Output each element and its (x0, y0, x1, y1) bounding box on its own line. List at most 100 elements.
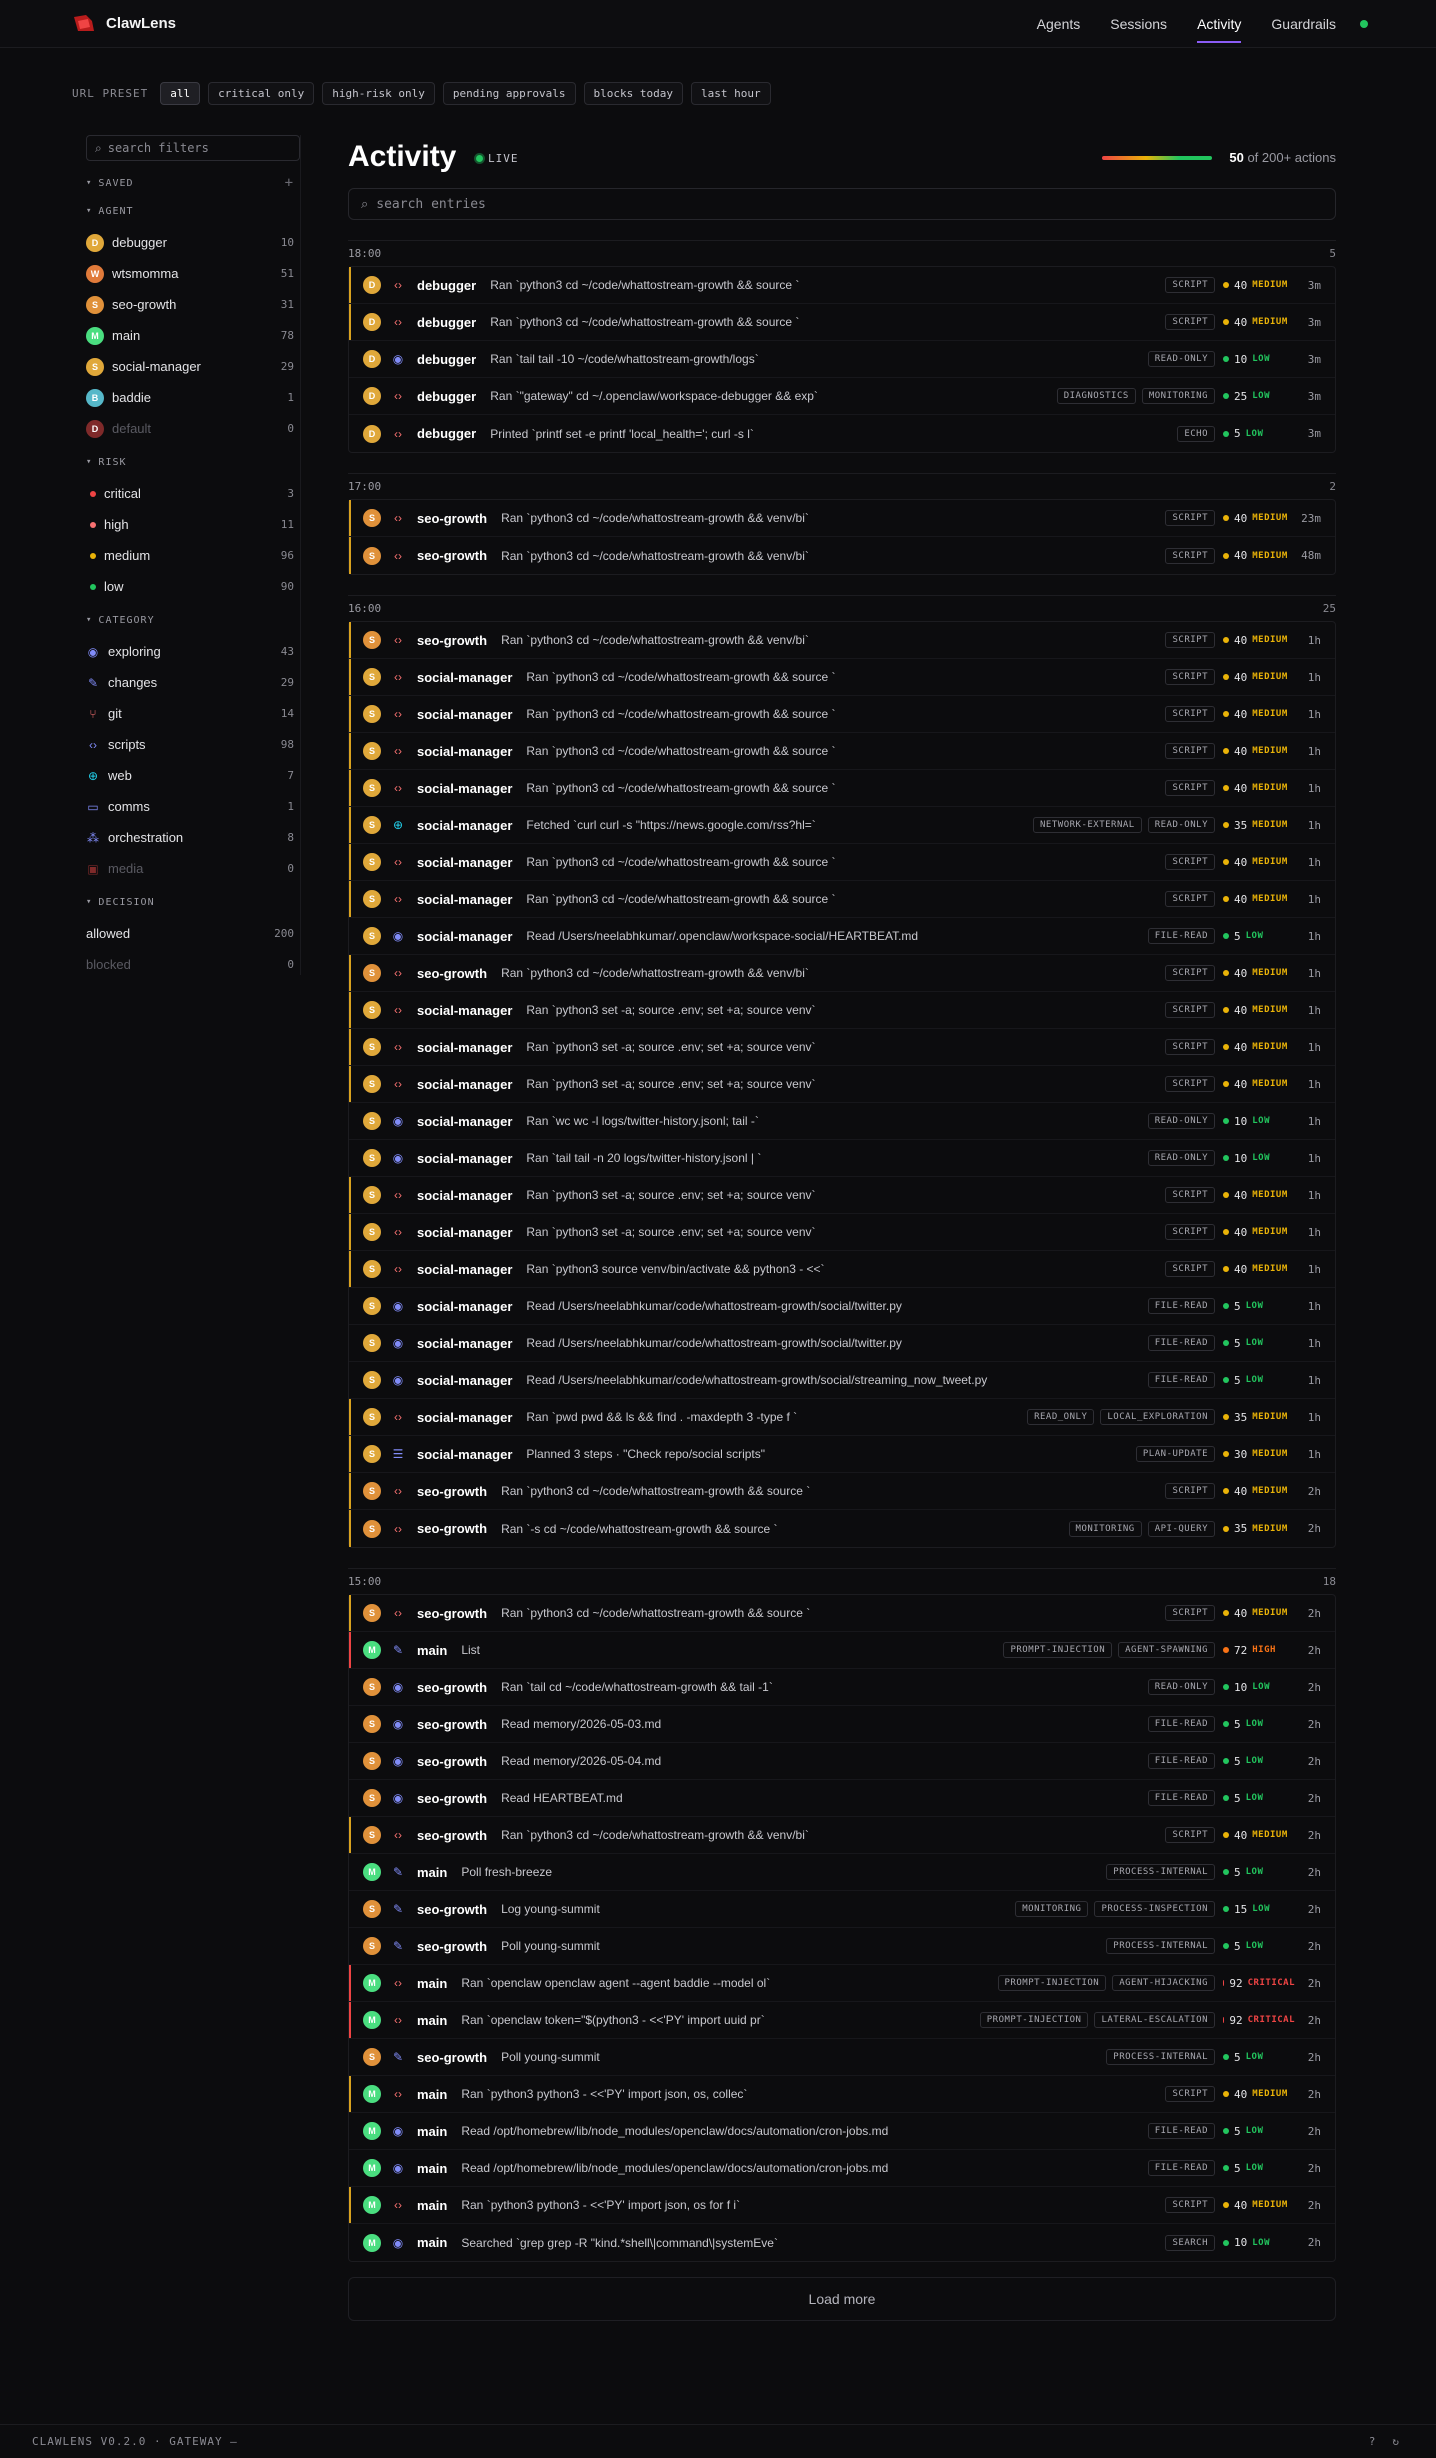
activity-row[interactable]: S ‹› seo-growth Ran `python3 cd ~/code/what… (349, 622, 1335, 659)
activity-row[interactable]: S ‹› seo-growth Ran `python3 cd ~/code/what… (349, 955, 1335, 992)
activity-row[interactable]: S ‹› social-manager Ran `python3 set -a; so… (349, 992, 1335, 1029)
activity-row[interactable]: S ‹› social-manager Ran `python3 cd ~/code/… (349, 659, 1335, 696)
category-filter-git[interactable]: ⑂ git 14 (86, 698, 300, 729)
activity-row[interactable]: M ◉ main Searched `grep grep -R "kind.*shel… (349, 2224, 1335, 2261)
activity-row[interactable]: S ✎ seo-growth Poll young-summit PROCESS-INT… (349, 1928, 1335, 1965)
activity-row[interactable]: S ◉ social-manager Ran `tail tail -n 20 log… (349, 1140, 1335, 1177)
activity-row[interactable]: S ◉ seo-growth Ran `tail cd ~/code/whattost… (349, 1669, 1335, 1706)
activity-row[interactable]: S ‹› social-manager Ran `python3 cd ~/code/… (349, 844, 1335, 881)
decision-filter-allowed[interactable]: allowed 200 (86, 918, 300, 949)
activity-row[interactable]: S ◉ seo-growth Read memory/2026-05-03.md FIL… (349, 1706, 1335, 1743)
activity-row[interactable]: M ‹› main Ran `python3 python3 - <<'PY' imp… (349, 2187, 1335, 2224)
activity-row[interactable]: S ‹› social-manager Ran `python3 cd ~/code/… (349, 881, 1335, 918)
nav-agents[interactable]: Agents (1037, 0, 1081, 48)
agent-filter-default[interactable]: Ddefault 0 (86, 413, 300, 444)
activity-row[interactable]: S ☰ social-manager Planned 3 steps · "Check… (349, 1436, 1335, 1473)
nav-sessions[interactable]: Sessions (1110, 0, 1167, 48)
agent-filter-wtsmomma[interactable]: Wwtsmomma 51 (86, 258, 300, 289)
refresh-icon[interactable]: ↻ (1392, 2435, 1400, 2448)
risk-filter-critical[interactable]: critical 3 (86, 478, 300, 509)
activity-row[interactable]: S ‹› seo-growth Ran `python3 cd ~/code/what… (349, 1595, 1335, 1632)
activity-row[interactable]: S ‹› social-manager Ran `python3 set -a; so… (349, 1066, 1335, 1103)
agent-filter-seo-growth[interactable]: Sseo-growth 31 (86, 289, 300, 320)
activity-row[interactable]: D ‹› debugger Printed `printf set -e printf… (349, 415, 1335, 452)
nav-activity[interactable]: Activity (1197, 0, 1242, 48)
activity-row[interactable]: S ✎ seo-growth Log young-summit MONITORING PR… (349, 1891, 1335, 1928)
category-filter-media[interactable]: ▣ media 0 (86, 853, 300, 884)
risk-score: 10 (1234, 1151, 1248, 1165)
activity-row[interactable]: S ‹› seo-growth Ran `-s cd ~/code/whattostr… (349, 1510, 1335, 1547)
category-filter-scripts[interactable]: ‹› scripts 98 (86, 729, 300, 760)
decision-section-header[interactable]: ▾ DECISION (86, 892, 300, 912)
filter-search-input[interactable]: ⌕ search filters (86, 135, 300, 161)
agent-filter-social-manager[interactable]: Ssocial-manager 29 (86, 351, 300, 382)
activity-row[interactable]: M ◉ main Read /opt/homebrew/lib/node_module… (349, 2150, 1335, 2187)
agent-section-header[interactable]: ▾ AGENT (86, 201, 300, 221)
activity-row[interactable]: D ‹› debugger Ran `python3 cd ~/code/whatto… (349, 304, 1335, 341)
row-agent-name: social-manager (417, 1261, 513, 1277)
category-filter-comms[interactable]: ▭ comms 1 (86, 791, 300, 822)
activity-row[interactable]: S ‹› social-manager Ran `python3 set -a; so… (349, 1177, 1335, 1214)
activity-row[interactable]: S ◉ social-manager Read /Users/neelabhkumar… (349, 1325, 1335, 1362)
agent-filter-main[interactable]: Mmain 78 (86, 320, 300, 351)
activity-row[interactable]: D ‹› debugger Ran `"gateway" cd ~/.openclaw… (349, 378, 1335, 415)
activity-row[interactable]: M ‹› main Ran `openclaw token="$(python3 - … (349, 2002, 1335, 2039)
activity-row[interactable]: S ‹› seo-growth Ran `python3 cd ~/code/what… (349, 1473, 1335, 1510)
help-icon[interactable]: ? (1369, 2435, 1377, 2448)
preset-pending-approvals[interactable]: pending approvals (442, 82, 576, 105)
activity-row[interactable]: S ◉ seo-growth Read HEARTBEAT.md FILE-READ 5 L… (349, 1780, 1335, 1817)
preset-critical-only[interactable]: critical only (208, 82, 315, 105)
activity-row[interactable]: M ‹› main Ran `openclaw openclaw agent --ag… (349, 1965, 1335, 2002)
saved-section-header[interactable]: ▾ SAVED + (86, 173, 300, 193)
activity-row[interactable]: S ‹› social-manager Ran `python3 cd ~/code/… (349, 733, 1335, 770)
activity-row[interactable]: S ‹› seo-growth Ran `python3 cd ~/code/what… (349, 500, 1335, 537)
activity-row[interactable]: S ⊕ social-manager Fetched `curl curl -s "h… (349, 807, 1335, 844)
activity-row[interactable]: S ‹› social-manager Ran `python3 set -a; so… (349, 1029, 1335, 1066)
agent-avatar: D (86, 233, 104, 252)
decision-filter-blocked[interactable]: blocked 0 (86, 949, 300, 975)
agent-filter-baddie[interactable]: Bbaddie 1 (86, 382, 300, 413)
activity-row[interactable]: S ◉ social-manager Read /Users/neelabhkumar… (349, 918, 1335, 955)
activity-row[interactable]: M ‹› main Ran `python3 python3 - <<'PY' imp… (349, 2076, 1335, 2113)
activity-row[interactable]: M ✎ main Poll fresh-breeze PROCESS-INTERNAL 5… (349, 1854, 1335, 1891)
activity-row[interactable]: D ◉ debugger Ran `tail tail -10 ~/code/what… (349, 341, 1335, 378)
preset-last-hour[interactable]: last hour (691, 82, 771, 105)
preset-high-risk-only[interactable]: high-risk only (322, 82, 435, 105)
agent-filter-debugger[interactable]: Ddebugger 10 (86, 227, 300, 258)
category-section-header[interactable]: ▾ CATEGORY (86, 610, 300, 630)
nav-guardrails[interactable]: Guardrails (1271, 0, 1336, 48)
entry-search-input[interactable]: ⌕ search entries (348, 188, 1336, 220)
activity-row[interactable]: S ◉ social-manager Read /Users/neelabhkumar… (349, 1288, 1335, 1325)
category-filter-exploring[interactable]: ◉ exploring 43 (86, 636, 300, 667)
activity-row[interactable]: M ◉ main Read /opt/homebrew/lib/node_module… (349, 2113, 1335, 2150)
activity-row[interactable]: S ◉ social-manager Read /Users/neelabhkumar… (349, 1362, 1335, 1399)
preset-all[interactable]: all (160, 82, 201, 105)
risk-filter-medium[interactable]: medium 96 (86, 540, 300, 571)
risk-dot-icon (1223, 1721, 1229, 1727)
activity-row[interactable]: S ‹› seo-growth Ran `python3 cd ~/code/what… (349, 1817, 1335, 1854)
activity-row[interactable]: S ‹› seo-growth Ran `python3 cd ~/code/what… (349, 537, 1335, 574)
risk-section-header[interactable]: ▾ RISK (86, 452, 300, 472)
category-filter-orchestration[interactable]: ⁂ orchestration 8 (86, 822, 300, 853)
activity-row[interactable]: M ✎ main List PROMPT-INJECTION AGENT-SPAWNING… (349, 1632, 1335, 1669)
risk-filter-low[interactable]: low 90 (86, 571, 300, 602)
brand[interactable]: ClawLens (72, 13, 176, 33)
load-more-button[interactable]: Load more (348, 2277, 1336, 2321)
activity-row[interactable]: S ‹› social-manager Ran `python3 source ven… (349, 1251, 1335, 1288)
add-saved-icon[interactable]: + (285, 175, 294, 191)
activity-row[interactable]: S ✎ seo-growth Poll young-summit PROCESS-INT… (349, 2039, 1335, 2076)
category-filter-changes[interactable]: ✎ changes 29 (86, 667, 300, 698)
preset-blocks-today[interactable]: blocks today (583, 82, 683, 105)
activity-row[interactable]: S ‹› social-manager Ran `python3 cd ~/code/… (349, 770, 1335, 807)
activity-row[interactable]: S ‹› social-manager Ran `pwd pwd && ls && f… (349, 1399, 1335, 1436)
activity-row[interactable]: S ◉ seo-growth Read memory/2026-05-04.md FIL… (349, 1743, 1335, 1780)
risk-level: MEDIUM (1252, 894, 1288, 904)
category-filter-web[interactable]: ⊕ web 7 (86, 760, 300, 791)
activity-row[interactable]: S ◉ social-manager Ran `wc wc -l logs/twitt… (349, 1103, 1335, 1140)
agent-avatar: S (363, 1604, 381, 1622)
sidebar-divider (300, 135, 301, 975)
activity-row[interactable]: D ‹› debugger Ran `python3 cd ~/code/whatto… (349, 267, 1335, 304)
activity-row[interactable]: S ‹› social-manager Ran `python3 cd ~/code/… (349, 696, 1335, 733)
risk-filter-high[interactable]: high 11 (86, 509, 300, 540)
activity-row[interactable]: S ‹› social-manager Ran `python3 set -a; so… (349, 1214, 1335, 1251)
